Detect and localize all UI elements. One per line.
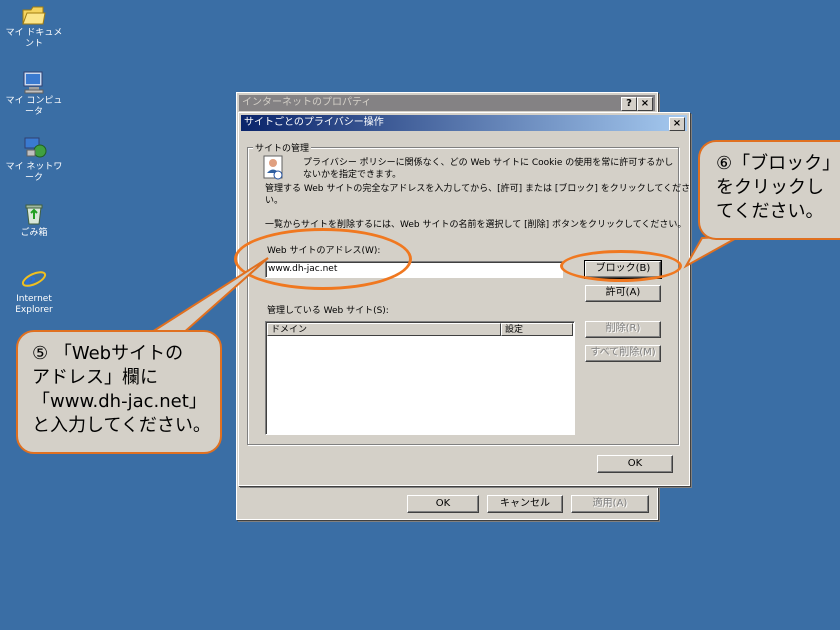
callout-step6-line2: をクリックし <box>716 177 824 198</box>
callout-step6: ⑥「ブロック」 をクリックし てください。 <box>698 140 840 240</box>
callout-step5-line3: 「www.dh-jac.net」 <box>32 391 207 412</box>
callout-step6-line1: ⑥「ブロック」 <box>716 153 840 174</box>
callout-step5-line2: アドレス」欄に <box>32 367 158 388</box>
callout-step5-line1: ⑤ 「Webサイトの <box>32 343 184 364</box>
callout-step5-line4: と入力してください。 <box>32 415 211 436</box>
callout-step6-line3: てください。 <box>716 201 824 222</box>
callout-step5: ⑤ 「Webサイトの アドレス」欄に 「www.dh-jac.net」 と入力し… <box>16 330 222 454</box>
callout-pointers <box>127 235 741 352</box>
